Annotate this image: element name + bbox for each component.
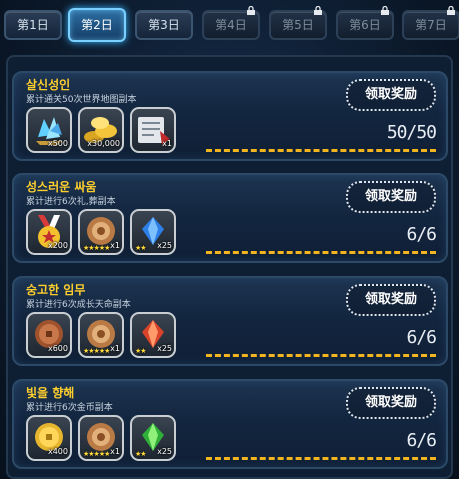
reward-count: x600 <box>47 344 68 353</box>
claim-reward-button[interactable]: 领取奖励 <box>346 387 436 419</box>
reward-item[interactable]: ★★ x25 <box>130 415 176 461</box>
reward-count: x30,000 <box>87 139 120 148</box>
reward-count: x25 <box>157 241 172 250</box>
quest-card: 빛을 향해 累计进行6次金币副本 x400 ★★★★★ x1 ★★ x25 领取… <box>12 379 448 469</box>
lock-icon <box>381 6 389 15</box>
claim-reward-button[interactable]: 领取奖励 <box>346 79 436 111</box>
quest-card: 성스러운 싸움 累计进行6次礼,葬副本 x200 ★★★★★ x1 ★★ x25… <box>12 173 448 263</box>
tab-day-1[interactable]: 第1日 <box>4 10 62 40</box>
reward-item[interactable]: ★★ x25 <box>130 312 176 358</box>
reward-item[interactable]: x1 <box>130 107 176 153</box>
quest-description: 累计进行6次成长天命副本 <box>26 300 131 310</box>
lock-icon <box>314 6 322 15</box>
reward-count: x400 <box>47 447 68 456</box>
reward-item[interactable]: ★★★★★ x1 <box>78 312 124 358</box>
quest-title: 숭고한 임무 <box>26 283 86 297</box>
tab-label: 第1日 <box>17 18 49 32</box>
reward-item[interactable]: x500 <box>26 107 72 153</box>
tab-day-7[interactable]: 第7日 <box>402 6 459 40</box>
star-rating: ★★ <box>135 244 147 252</box>
quest-card: 살신성인 累计通关50次世界地图副本 x500 x30,000 x1 领取奖励 … <box>12 71 448 161</box>
reward-count: x1 <box>162 139 172 148</box>
reward-item[interactable]: ★★★★★ x1 <box>78 209 124 255</box>
reward-item[interactable]: x200 <box>26 209 72 255</box>
reward-item[interactable]: ★★ x25 <box>130 209 176 255</box>
tab-day-4[interactable]: 第4日 <box>202 6 260 40</box>
progress-bar <box>206 251 436 254</box>
quest-title: 성스러운 싸움 <box>26 180 97 194</box>
reward-count: x25 <box>157 447 172 456</box>
reward-count: x25 <box>157 344 172 353</box>
quest-description: 累计通关50次世界地图副本 <box>26 95 137 105</box>
tab-label: 第2日 <box>81 18 113 32</box>
progress-count: 6/6 <box>406 327 436 348</box>
reward-count: x200 <box>47 241 68 250</box>
progress-bar <box>206 354 436 357</box>
quest-description: 累计进行6次礼,葬副本 <box>26 197 116 207</box>
reward-item[interactable]: ★★★★★ x1 <box>78 415 124 461</box>
quest-title: 살신성인 <box>26 78 71 92</box>
tab-label: 第7日 <box>415 18 447 32</box>
star-rating: ★★★★★ <box>83 347 110 355</box>
reward-item[interactable]: x600 <box>26 312 72 358</box>
progress-count: 50/50 <box>386 122 437 143</box>
claim-reward-button[interactable]: 领取奖励 <box>346 284 436 316</box>
quest-title: 빛을 향해 <box>26 386 75 400</box>
star-rating: ★★ <box>135 347 147 355</box>
lock-icon <box>247 6 255 15</box>
star-rating: ★★★★★ <box>83 244 110 252</box>
quest-description: 累计进行6次金币副本 <box>26 403 113 413</box>
tab-label: 第6日 <box>349 18 381 32</box>
lock-icon <box>447 6 455 15</box>
tab-label: 第3日 <box>148 18 180 32</box>
tab-day-5[interactable]: 第5日 <box>269 6 327 40</box>
reward-count: x1 <box>110 241 120 250</box>
tab-label: 第4日 <box>215 18 247 32</box>
star-rating: ★★★★★ <box>83 450 110 458</box>
reward-item[interactable]: x400 <box>26 415 72 461</box>
star-rating: ★★ <box>135 450 147 458</box>
tab-label: 第5日 <box>282 18 314 32</box>
reward-count: x500 <box>47 139 68 148</box>
tab-day-2[interactable]: 第2日 <box>68 8 126 42</box>
day-tabs: 第1日 第2日 第3日 第4日 第5日 第6日 第7日 <box>0 0 459 50</box>
claim-reward-button[interactable]: 领取奖励 <box>346 181 436 213</box>
reward-count: x1 <box>110 447 120 456</box>
tab-day-3[interactable]: 第3日 <box>135 10 193 40</box>
tab-day-6[interactable]: 第6日 <box>336 6 394 40</box>
progress-bar <box>206 149 436 152</box>
progress-count: 6/6 <box>406 224 436 245</box>
progress-count: 6/6 <box>406 430 436 451</box>
progress-bar <box>206 457 436 460</box>
reward-item[interactable]: x30,000 <box>78 107 124 153</box>
reward-count: x1 <box>110 344 120 353</box>
quest-card: 숭고한 임무 累计进行6次成长天命副本 x600 ★★★★★ x1 ★★ x25… <box>12 276 448 366</box>
